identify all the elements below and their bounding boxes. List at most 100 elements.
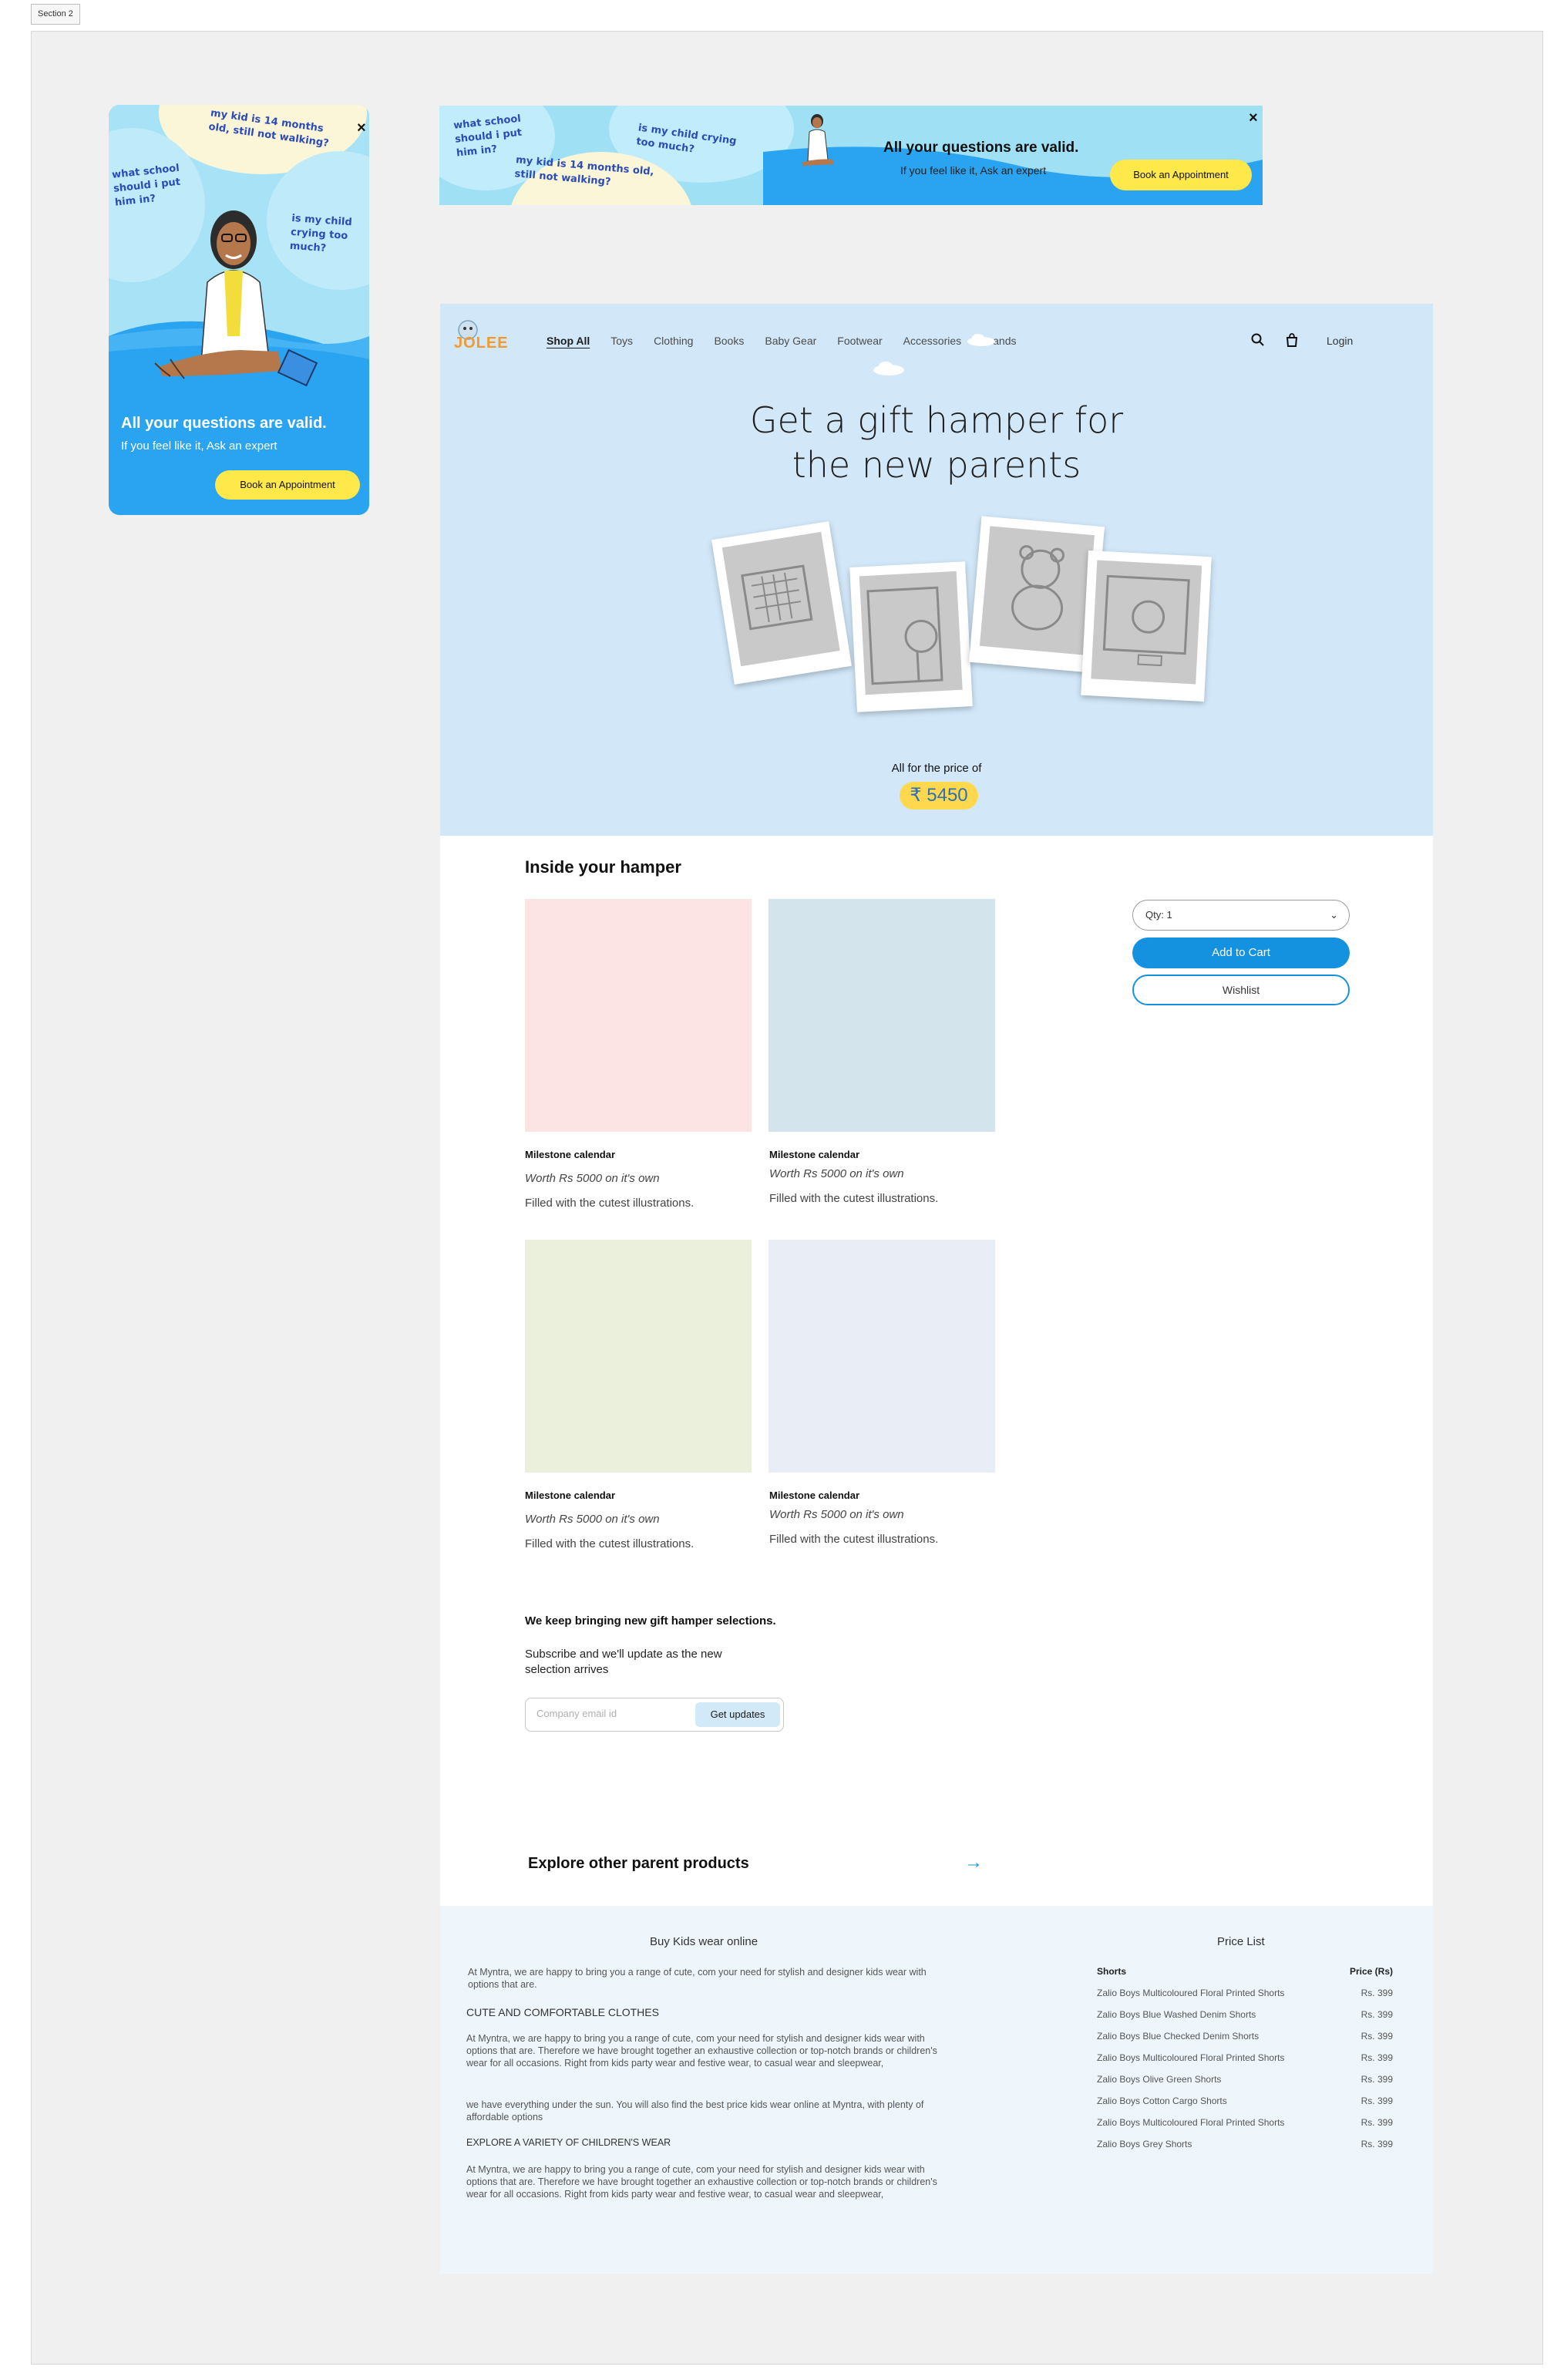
card-worth: Worth Rs 5000 on it's own [525,1172,660,1185]
table-row: Zalio Boys Grey Shorts Rs. 399 [1097,2139,1393,2149]
toy-icon [859,571,963,695]
footer-paragraph-3: At Myntra, we are happy to bring you a r… [466,2164,937,2200]
price-list-header: Shorts Price (Rs) [1097,1966,1393,1977]
row-price: Rs. 399 [1361,2096,1393,2106]
nav-books[interactable]: Books [714,335,744,347]
price-badge: ₹ 5450 [900,782,978,810]
bubble-school: what school should i put him in? [111,162,181,209]
row-price: Rs. 399 [1361,1988,1393,1998]
subscribe-title: We keep bringing new gift hamper selecti… [525,1614,776,1628]
subscribe-text: Subscribe and we'll update as the new se… [525,1648,722,1676]
card-description: Filled with the cutest illustrations. [525,1537,695,1550]
book-appointment-button[interactable]: Book an Appointment [1110,160,1252,190]
row-item: Zalio Boys Cotton Cargo Shorts [1097,2096,1227,2106]
table-row: Zalio Boys Blue Checked Denim Shorts Rs. … [1097,2031,1393,2042]
table-row: Zalio Boys Blue Washed Denim Shorts Rs. 3… [1097,2009,1393,2020]
wishlist-button[interactable]: Wishlist [1132,975,1350,1005]
table-row: Zalio Boys Cotton Cargo Shorts Rs. 399 [1097,2096,1393,2106]
card-worth: Worth Rs 5000 on it's own [525,1513,660,1526]
table-row: Zalio Boys Multicoloured Floral Printed … [1097,2117,1393,2128]
footer-intro: At Myntra, we are happy to bring you a r… [468,1967,927,1990]
card-image[interactable] [525,1240,752,1473]
polaroid-toy [849,561,973,712]
subscribe-form: Company email id Get updates [525,1698,784,1732]
close-icon[interactable]: × [1249,110,1258,126]
hero-title-line1: Get a gift hamper for [749,399,1124,441]
seo-footer: Buy Kids wear online At Myntra, we are h… [440,1906,1433,2274]
ad-title: All your questions are valid. [883,140,1079,156]
horizontal-ad-banner: what school should i put him in? my kid … [439,106,1263,205]
chevron-down-icon: ⌄ [1330,909,1338,921]
table-row: Zalio Boys Olive Green Shorts Rs. 399 [1097,2074,1393,2085]
footer-left-title: Buy Kids wear online [650,1935,758,1948]
card-image[interactable] [769,1240,995,1473]
footer-paragraph-1: At Myntra, we are happy to bring you a r… [466,2033,937,2069]
card-description: Filled with the cutest illustrations. [769,1533,939,1546]
price-list-col-item: Shorts [1097,1966,1127,1977]
card-name: Milestone calendar [769,1149,860,1160]
card-name: Milestone calendar [525,1490,616,1501]
price-list-title: Price List [1217,1935,1265,1948]
hero-section: JOLEE Shop All Toys Clothing Books Baby … [440,304,1433,836]
row-item: Zalio Boys Olive Green Shorts [1097,2074,1222,2085]
login-link[interactable]: Login [1327,335,1353,347]
arrow-right-icon[interactable]: → [964,1852,983,1873]
nav-footwear[interactable]: Footwear [837,335,882,347]
quantity-select[interactable]: Qty: 1 ⌄ [1132,900,1350,931]
calendar-icon [721,531,840,667]
card-worth: Worth Rs 5000 on it's own [769,1167,904,1180]
card-image[interactable] [769,899,995,1132]
row-item: Zalio Boys Grey Shorts [1097,2139,1192,2149]
nav-clothing[interactable]: Clothing [654,335,693,347]
cloud-icon [873,362,904,375]
cloud-icon [967,334,995,346]
teddy-bear-icon [979,526,1095,655]
nav-baby-gear[interactable]: Baby Gear [765,335,816,347]
close-icon[interactable]: × [357,120,366,136]
gift-box-icon [1091,560,1202,685]
explore-link[interactable]: Explore other parent products [528,1855,749,1873]
get-updates-button[interactable]: Get updates [695,1702,780,1727]
quantity-value: Qty: 1 [1145,909,1172,921]
row-item: Zalio Boys Multicoloured Floral Printed … [1097,1988,1285,1998]
table-row: Zalio Boys Multicoloured Floral Printed … [1097,2052,1393,2063]
row-price: Rs. 399 [1361,2031,1393,2042]
search-icon[interactable] [1251,333,1265,347]
row-item: Zalio Boys Multicoloured Floral Printed … [1097,2052,1285,2063]
add-to-cart-button[interactable]: Add to Cart [1132,938,1350,968]
card-name: Milestone calendar [769,1490,860,1501]
hero-title: Get a gift hamper for the new parents [440,398,1433,487]
product-page: JOLEE Shop All Toys Clothing Books Baby … [440,304,1433,2274]
card-worth: Worth Rs 5000 on it's own [769,1508,904,1521]
price-label: All for the price of [891,762,982,775]
nav-shop-all[interactable]: Shop All [547,335,590,347]
price-list-col-price: Price (Rs) [1349,1966,1393,1977]
row-price: Rs. 399 [1361,2074,1393,2085]
row-price: Rs. 399 [1361,2117,1393,2128]
inside-hamper-title: Inside your hamper [525,857,681,877]
bubble-school: what school should i put him in? [452,113,523,160]
table-row: Zalio Boys Multicoloured Floral Printed … [1097,1988,1393,1998]
card-description: Filled with the cutest illustrations. [525,1197,695,1210]
section-tag: Section 2 [31,4,80,25]
email-input[interactable]: Company email id [536,1708,617,1719]
row-price: Rs. 399 [1361,2052,1393,2063]
logo-text: JOLEE [454,335,509,352]
row-price: Rs. 399 [1361,2139,1393,2149]
vertical-ad-banner: my kid is 14 months old, still not walki… [109,105,369,515]
jolee-logo[interactable]: JOLEE [451,316,510,356]
ad-subtitle: If you feel like it, Ask an expert [121,439,277,453]
book-appointment-button[interactable]: Book an Appointment [215,470,360,500]
footer-paragraph-2: we have everything under the sun. You wi… [466,2099,924,2122]
row-item: Zalio Boys Blue Checked Denim Shorts [1097,2031,1260,2042]
hero-title-line2: the new parents [792,444,1081,486]
nav-toys[interactable]: Toys [610,335,633,347]
nav-accessories[interactable]: Accessories [903,335,961,347]
bubble-crying: is my child crying too much? [289,212,353,255]
card-image[interactable] [525,899,752,1132]
artboard: Section 2 my kid is 14 months old, still… [0,0,1564,2380]
ad-title: All your questions are valid. [121,415,327,432]
row-item: Zalio Boys Multicoloured Floral Printed … [1097,2117,1285,2128]
polaroid-calendar [711,521,852,685]
bag-icon[interactable] [1285,333,1299,347]
